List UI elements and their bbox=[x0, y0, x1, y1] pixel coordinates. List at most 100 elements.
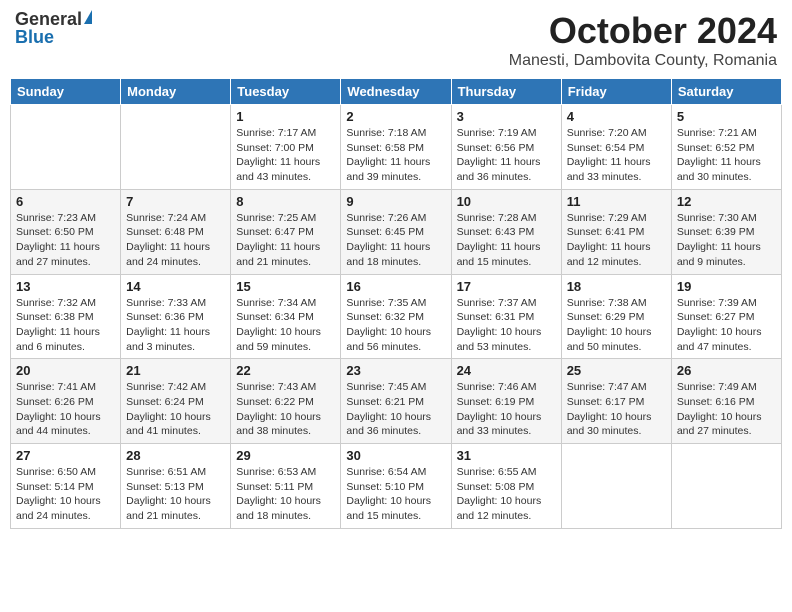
day-number: 27 bbox=[16, 448, 115, 463]
day-number: 20 bbox=[16, 363, 115, 378]
day-info: Sunrise: 7:46 AMSunset: 6:19 PMDaylight:… bbox=[457, 380, 556, 439]
day-cell: 25Sunrise: 7:47 AMSunset: 6:17 PMDayligh… bbox=[561, 359, 671, 444]
week-row-2: 6 Sunrise: 7:23 AMSunset: 6:50 PMDaylight… bbox=[11, 189, 782, 274]
day-cell: 7 Sunrise: 7:24 AMSunset: 6:48 PMDaylight… bbox=[121, 189, 231, 274]
day-number: 14 bbox=[126, 279, 225, 294]
col-tuesday: Tuesday bbox=[231, 79, 341, 105]
week-row-3: 13Sunrise: 7:32 AMSunset: 6:38 PMDayligh… bbox=[11, 274, 782, 359]
day-cell: 21 Sunrise: 7:42 AMSunset: 6:24 PMDayligh… bbox=[121, 359, 231, 444]
day-info: Sunrise: 7:30 AMSunset: 6:39 PMDaylight:… bbox=[677, 211, 776, 270]
day-cell: 5Sunrise: 7:21 AMSunset: 6:52 PMDaylight… bbox=[671, 105, 781, 190]
logo-icon bbox=[84, 10, 92, 24]
day-info: Sunrise: 6:55 AMSunset: 5:08 PMDaylight:… bbox=[457, 465, 556, 524]
day-cell bbox=[671, 444, 781, 529]
col-wednesday: Wednesday bbox=[341, 79, 451, 105]
day-cell: 2 Sunrise: 7:18 AMSunset: 6:58 PMDaylight… bbox=[341, 105, 451, 190]
day-info: Sunrise: 6:54 AMSunset: 5:10 PMDaylight:… bbox=[346, 465, 445, 524]
day-number: 31 bbox=[457, 448, 556, 463]
day-cell bbox=[121, 105, 231, 190]
day-number: 3 bbox=[457, 109, 556, 124]
day-number: 8 bbox=[236, 194, 335, 209]
day-number: 11 bbox=[567, 194, 666, 209]
day-info: Sunrise: 7:17 AMSunset: 7:00 PMDaylight:… bbox=[236, 126, 335, 185]
page-header: General Blue October 2024 Manesti, Dambo… bbox=[10, 10, 782, 70]
week-row-5: 27 Sunrise: 6:50 AMSunset: 5:14 PMDayligh… bbox=[11, 444, 782, 529]
day-number: 10 bbox=[457, 194, 556, 209]
day-info: Sunrise: 7:37 AMSunset: 6:31 PMDaylight:… bbox=[457, 296, 556, 355]
day-number: 22 bbox=[236, 363, 335, 378]
calendar-table: Sunday Monday Tuesday Wednesday Thursday… bbox=[10, 78, 782, 529]
day-info: Sunrise: 7:19 AMSunset: 6:56 PMDaylight:… bbox=[457, 126, 556, 185]
day-info: Sunrise: 7:39 AMSunset: 6:27 PMDaylight:… bbox=[677, 296, 776, 355]
day-cell bbox=[561, 444, 671, 529]
week-row-1: 1 Sunrise: 7:17 AMSunset: 7:00 PMDaylight… bbox=[11, 105, 782, 190]
day-number: 2 bbox=[346, 109, 445, 124]
day-number: 6 bbox=[16, 194, 115, 209]
day-info: Sunrise: 7:25 AMSunset: 6:47 PMDaylight:… bbox=[236, 211, 335, 270]
day-number: 9 bbox=[346, 194, 445, 209]
day-cell: 13Sunrise: 7:32 AMSunset: 6:38 PMDayligh… bbox=[11, 274, 121, 359]
day-number: 7 bbox=[126, 194, 225, 209]
logo: General Blue bbox=[15, 10, 92, 46]
day-number: 29 bbox=[236, 448, 335, 463]
day-info: Sunrise: 7:47 AMSunset: 6:17 PMDaylight:… bbox=[567, 380, 666, 439]
day-info: Sunrise: 7:41 AMSunset: 6:26 PMDaylight:… bbox=[16, 380, 115, 439]
day-cell: 16 Sunrise: 7:35 AMSunset: 6:32 PMDayligh… bbox=[341, 274, 451, 359]
day-cell: 31 Sunrise: 6:55 AMSunset: 5:08 PMDayligh… bbox=[451, 444, 561, 529]
day-info: Sunrise: 7:42 AMSunset: 6:24 PMDaylight:… bbox=[126, 380, 225, 439]
col-sunday: Sunday bbox=[11, 79, 121, 105]
logo-blue-text: Blue bbox=[15, 28, 54, 46]
day-info: Sunrise: 7:28 AMSunset: 6:43 PMDaylight:… bbox=[457, 211, 556, 270]
day-info: Sunrise: 7:33 AMSunset: 6:36 PMDaylight:… bbox=[126, 296, 225, 355]
day-number: 4 bbox=[567, 109, 666, 124]
logo-general-text: General bbox=[15, 10, 82, 28]
day-info: Sunrise: 7:23 AMSunset: 6:50 PMDaylight:… bbox=[16, 211, 115, 270]
day-number: 19 bbox=[677, 279, 776, 294]
day-cell: 20 Sunrise: 7:41 AMSunset: 6:26 PMDayligh… bbox=[11, 359, 121, 444]
day-cell: 22Sunrise: 7:43 AMSunset: 6:22 PMDayligh… bbox=[231, 359, 341, 444]
day-number: 12 bbox=[677, 194, 776, 209]
day-info: Sunrise: 7:24 AMSunset: 6:48 PMDaylight:… bbox=[126, 211, 225, 270]
day-cell: 24 Sunrise: 7:46 AMSunset: 6:19 PMDayligh… bbox=[451, 359, 561, 444]
day-cell: 1 Sunrise: 7:17 AMSunset: 7:00 PMDaylight… bbox=[231, 105, 341, 190]
day-number: 30 bbox=[346, 448, 445, 463]
day-number: 1 bbox=[236, 109, 335, 124]
day-cell: 15Sunrise: 7:34 AMSunset: 6:34 PMDayligh… bbox=[231, 274, 341, 359]
day-info: Sunrise: 7:20 AMSunset: 6:54 PMDaylight:… bbox=[567, 126, 666, 185]
day-cell: 28Sunrise: 6:51 AMSunset: 5:13 PMDayligh… bbox=[121, 444, 231, 529]
day-number: 5 bbox=[677, 109, 776, 124]
day-number: 23 bbox=[346, 363, 445, 378]
day-cell: 27 Sunrise: 6:50 AMSunset: 5:14 PMDayligh… bbox=[11, 444, 121, 529]
day-cell: 10 Sunrise: 7:28 AMSunset: 6:43 PMDayligh… bbox=[451, 189, 561, 274]
day-number: 16 bbox=[346, 279, 445, 294]
day-cell: 19 Sunrise: 7:39 AMSunset: 6:27 PMDayligh… bbox=[671, 274, 781, 359]
day-cell: 11 Sunrise: 7:29 AMSunset: 6:41 PMDayligh… bbox=[561, 189, 671, 274]
day-info: Sunrise: 7:35 AMSunset: 6:32 PMDaylight:… bbox=[346, 296, 445, 355]
day-number: 21 bbox=[126, 363, 225, 378]
day-cell: 18 Sunrise: 7:38 AMSunset: 6:29 PMDayligh… bbox=[561, 274, 671, 359]
location-title: Manesti, Dambovita County, Romania bbox=[509, 52, 777, 70]
day-cell: 6 Sunrise: 7:23 AMSunset: 6:50 PMDaylight… bbox=[11, 189, 121, 274]
day-cell: 8 Sunrise: 7:25 AMSunset: 6:47 PMDaylight… bbox=[231, 189, 341, 274]
day-info: Sunrise: 7:34 AMSunset: 6:34 PMDaylight:… bbox=[236, 296, 335, 355]
day-info: Sunrise: 7:18 AMSunset: 6:58 PMDaylight:… bbox=[346, 126, 445, 185]
day-info: Sunrise: 7:45 AMSunset: 6:21 PMDaylight:… bbox=[346, 380, 445, 439]
day-cell: 14 Sunrise: 7:33 AMSunset: 6:36 PMDayligh… bbox=[121, 274, 231, 359]
day-info: Sunrise: 6:50 AMSunset: 5:14 PMDaylight:… bbox=[16, 465, 115, 524]
day-info: Sunrise: 7:49 AMSunset: 6:16 PMDaylight:… bbox=[677, 380, 776, 439]
month-title: October 2024 bbox=[509, 10, 777, 52]
day-cell: 12 Sunrise: 7:30 AMSunset: 6:39 PMDayligh… bbox=[671, 189, 781, 274]
day-cell: 26Sunrise: 7:49 AMSunset: 6:16 PMDayligh… bbox=[671, 359, 781, 444]
col-saturday: Saturday bbox=[671, 79, 781, 105]
day-info: Sunrise: 7:29 AMSunset: 6:41 PMDaylight:… bbox=[567, 211, 666, 270]
week-row-4: 20 Sunrise: 7:41 AMSunset: 6:26 PMDayligh… bbox=[11, 359, 782, 444]
day-info: Sunrise: 6:53 AMSunset: 5:11 PMDaylight:… bbox=[236, 465, 335, 524]
day-number: 24 bbox=[457, 363, 556, 378]
calendar-header-row: Sunday Monday Tuesday Wednesday Thursday… bbox=[11, 79, 782, 105]
day-number: 18 bbox=[567, 279, 666, 294]
day-info: Sunrise: 7:38 AMSunset: 6:29 PMDaylight:… bbox=[567, 296, 666, 355]
col-friday: Friday bbox=[561, 79, 671, 105]
day-number: 28 bbox=[126, 448, 225, 463]
day-number: 17 bbox=[457, 279, 556, 294]
day-cell: 9Sunrise: 7:26 AMSunset: 6:45 PMDaylight… bbox=[341, 189, 451, 274]
